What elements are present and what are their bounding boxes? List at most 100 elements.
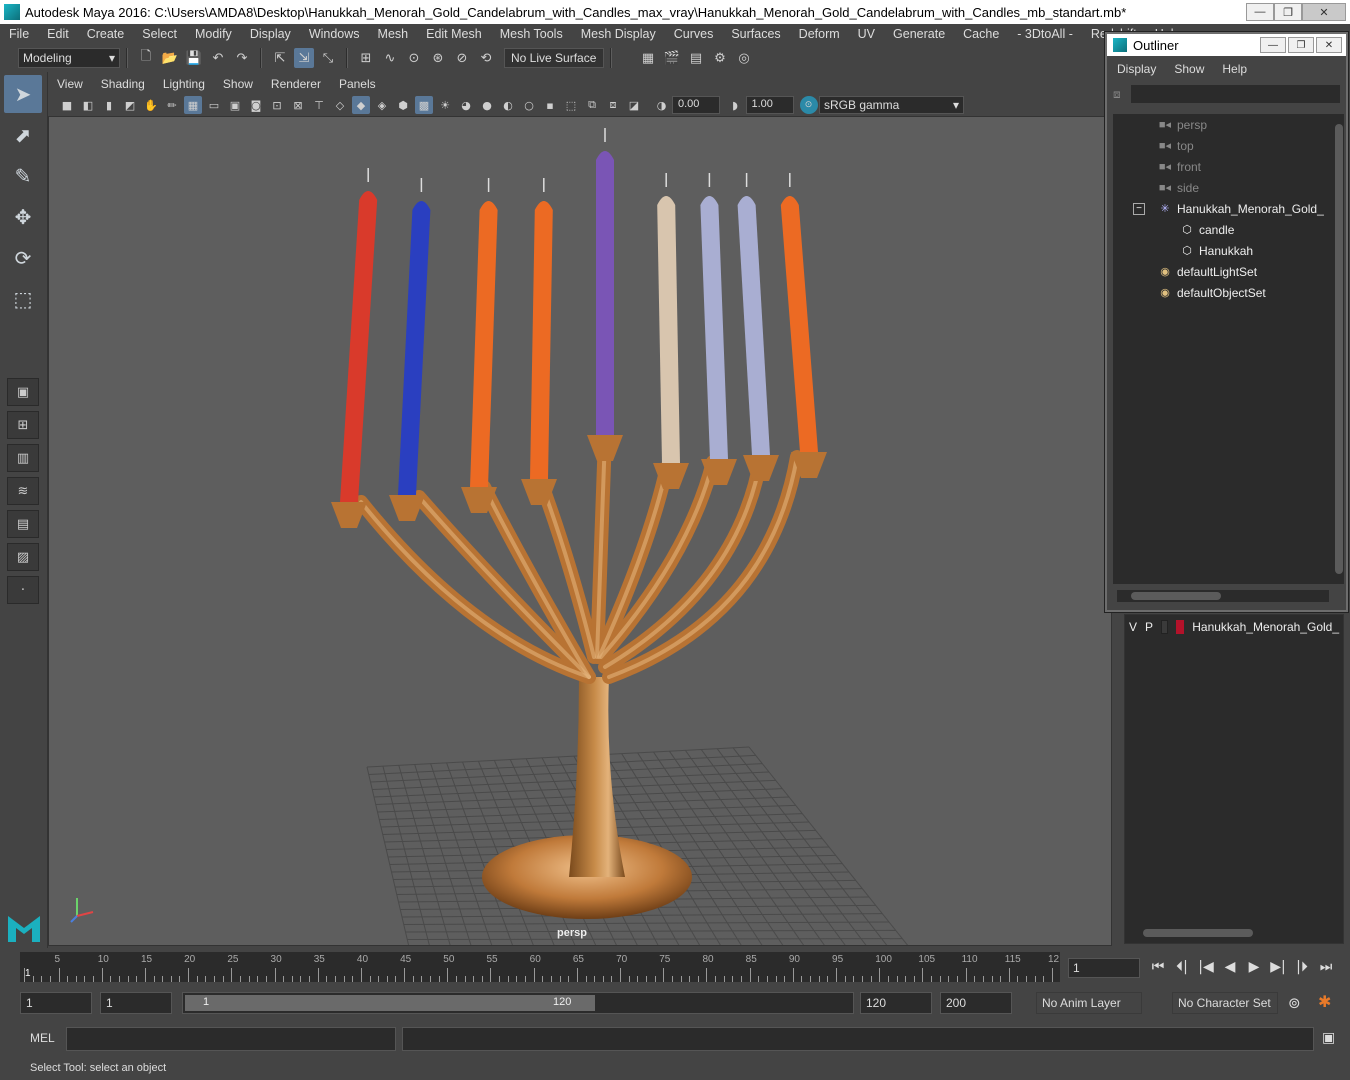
panel-menu-show[interactable]: Show	[214, 77, 262, 91]
perspective-viewport[interactable]: persp	[48, 116, 1112, 946]
panel-menu-panels[interactable]: Panels	[330, 77, 385, 91]
outliner-item[interactable]: ◉ defaultObjectSet	[1113, 282, 1337, 303]
smooth-shade-icon[interactable]: ◆	[352, 96, 370, 114]
grease-pencil-icon[interactable]: ✏	[163, 96, 181, 114]
outliner-minimize-button[interactable]: —	[1260, 37, 1286, 53]
outliner-item[interactable]: ■◂ top	[1113, 135, 1337, 156]
isolate-select-icon[interactable]: ▪	[541, 96, 559, 114]
outliner-menu-display[interactable]: Display	[1109, 62, 1164, 76]
use-all-lights-icon[interactable]: ▩	[415, 96, 433, 114]
film-gate-icon[interactable]: ▭	[205, 96, 223, 114]
paint-select-tool-icon[interactable]: ✎	[4, 157, 42, 195]
xray-icon[interactable]: ⬚	[562, 96, 580, 114]
safe-action-icon[interactable]: ⊠	[289, 96, 307, 114]
display-layer-row[interactable]: V P Hanukkah_Menorah_Gold_	[1125, 617, 1343, 637]
snap-point-icon[interactable]: ⊙	[404, 48, 424, 68]
snap-view-icon[interactable]: ⊛	[428, 48, 448, 68]
collapse-icon[interactable]: −	[1133, 202, 1145, 215]
outliner-close-button[interactable]: ✕	[1316, 37, 1342, 53]
outliner-item[interactable]: ⬡ candle	[1113, 219, 1337, 240]
render-icon[interactable]: 🎬	[662, 48, 682, 68]
filter-icon[interactable]: ⧈	[1113, 87, 1121, 102]
lasso-tool-icon[interactable]: ⬈	[4, 116, 42, 154]
layer-color-swatch[interactable]	[1176, 620, 1185, 634]
auto-key-icon[interactable]: ⊚	[1288, 994, 1301, 1012]
menu-file[interactable]: File	[0, 27, 38, 41]
bookmark-icon[interactable]: ▮	[100, 96, 118, 114]
color-space-dropdown[interactable]: sRGB gamma ▾	[819, 96, 964, 114]
step-forward-frame-icon[interactable]: ▶|	[1266, 956, 1290, 978]
layer-visibility-toggle[interactable]: V	[1129, 620, 1137, 634]
menu-deform[interactable]: Deform	[790, 27, 849, 41]
backface-icon[interactable]: ◪	[625, 96, 643, 114]
range-fill[interactable]	[185, 995, 595, 1011]
outliner-maximize-button[interactable]: ❐	[1288, 37, 1314, 53]
animation-start-field[interactable]: 1	[20, 992, 92, 1014]
menu-3dtoall[interactable]: - 3DtoAll -	[1008, 27, 1082, 41]
snap-grid-icon[interactable]: ⊞	[356, 48, 376, 68]
scale-tool-icon[interactable]: ⬚	[4, 280, 42, 318]
outliner-item[interactable]: ◉ defaultLightSet	[1113, 261, 1337, 282]
minimize-button[interactable]: —	[1246, 3, 1274, 21]
menu-display[interactable]: Display	[241, 27, 300, 41]
motion-blur-icon[interactable]: ●	[478, 96, 496, 114]
select-hierarchy-icon[interactable]: ⇱	[270, 48, 290, 68]
gamma-field[interactable]: 1.00	[745, 96, 794, 114]
menu-mesh-tools[interactable]: Mesh Tools	[491, 27, 572, 41]
outliner-search-input[interactable]	[1130, 85, 1340, 103]
step-forward-key-icon[interactable]: |⏵	[1290, 956, 1314, 978]
outliner-item[interactable]: ■◂ persp	[1113, 114, 1337, 135]
menu-windows[interactable]: Windows	[300, 27, 369, 41]
panel-menu-lighting[interactable]: Lighting	[154, 77, 214, 91]
exposure-icon[interactable]: ◑	[653, 96, 671, 114]
hypershade-icon[interactable]: ◎	[734, 48, 754, 68]
open-scene-icon[interactable]: 📂	[160, 48, 180, 68]
color-management-icon[interactable]: ⊙	[799, 96, 818, 114]
outliner-layout-icon[interactable]: ▤	[7, 510, 39, 538]
wireframe-icon[interactable]: ◇	[331, 96, 349, 114]
layer-type-toggle[interactable]	[1161, 620, 1169, 634]
timeline-track[interactable]: 5 10 15 20 25 30 35 40 45 50 55 60 65 70 75 80 85 90 95 100…	[20, 952, 1060, 982]
animation-preferences-icon[interactable]: ✱	[1318, 992, 1331, 1011]
step-back-frame-icon[interactable]: |◀	[1194, 956, 1218, 978]
menu-generate[interactable]: Generate	[884, 27, 954, 41]
outliner-item[interactable]: ■◂ front	[1113, 156, 1337, 177]
playback-start-field[interactable]: 1	[100, 992, 172, 1014]
outliner-titlebar[interactable]: Outliner — ❐ ✕	[1107, 34, 1346, 56]
character-set-dropdown[interactable]: No Character Set	[1172, 992, 1278, 1014]
undo-icon[interactable]: ↶	[208, 48, 228, 68]
snap-center-icon[interactable]: ⟲	[476, 48, 496, 68]
shadows-icon[interactable]: ☀	[436, 96, 454, 114]
menu-mesh[interactable]: Mesh	[369, 27, 418, 41]
camera-select-icon[interactable]: ■	[58, 96, 76, 114]
snap-curve-icon[interactable]: ∿	[380, 48, 400, 68]
xray-components-icon[interactable]: ⧈	[604, 96, 622, 114]
exposure-field[interactable]: 0.00	[672, 96, 720, 114]
rotate-tool-icon[interactable]: ⟳	[4, 239, 42, 277]
layer-horizontal-scrollbar[interactable]	[1129, 927, 1341, 939]
menu-cache[interactable]: Cache	[954, 27, 1008, 41]
render-settings-icon[interactable]: ⚙	[710, 48, 730, 68]
camera-attributes-icon[interactable]: ◧	[79, 96, 97, 114]
select-component-icon[interactable]: ⤡	[318, 48, 338, 68]
outliner-horizontal-scrollbar[interactable]	[1117, 590, 1329, 602]
menu-edit[interactable]: Edit	[38, 27, 78, 41]
go-to-start-icon[interactable]: ⏮	[1146, 956, 1170, 978]
go-to-end-icon[interactable]: ⏭	[1314, 956, 1338, 978]
menu-select[interactable]: Select	[133, 27, 186, 41]
depth-of-field-icon[interactable]: ○	[520, 96, 538, 114]
render-layout-icon[interactable]: ▨	[7, 543, 39, 571]
menu-create[interactable]: Create	[78, 27, 134, 41]
render-view-icon[interactable]: ▦	[638, 48, 658, 68]
playback-end-field[interactable]: 120	[860, 992, 932, 1014]
panel-menu-view[interactable]: View	[48, 77, 92, 91]
menu-surfaces[interactable]: Surfaces	[722, 27, 789, 41]
menu-curves[interactable]: Curves	[665, 27, 723, 41]
2d-pan-icon[interactable]: ✋	[142, 96, 160, 114]
menu-modify[interactable]: Modify	[186, 27, 241, 41]
play-forwards-icon[interactable]: ▶	[1242, 956, 1266, 978]
outliner-menu-show[interactable]: Show	[1166, 62, 1212, 76]
select-object-icon[interactable]: ⇲	[294, 48, 314, 68]
script-editor-icon[interactable]: ▣	[1322, 1030, 1335, 1046]
save-scene-icon[interactable]: 💾	[184, 48, 204, 68]
